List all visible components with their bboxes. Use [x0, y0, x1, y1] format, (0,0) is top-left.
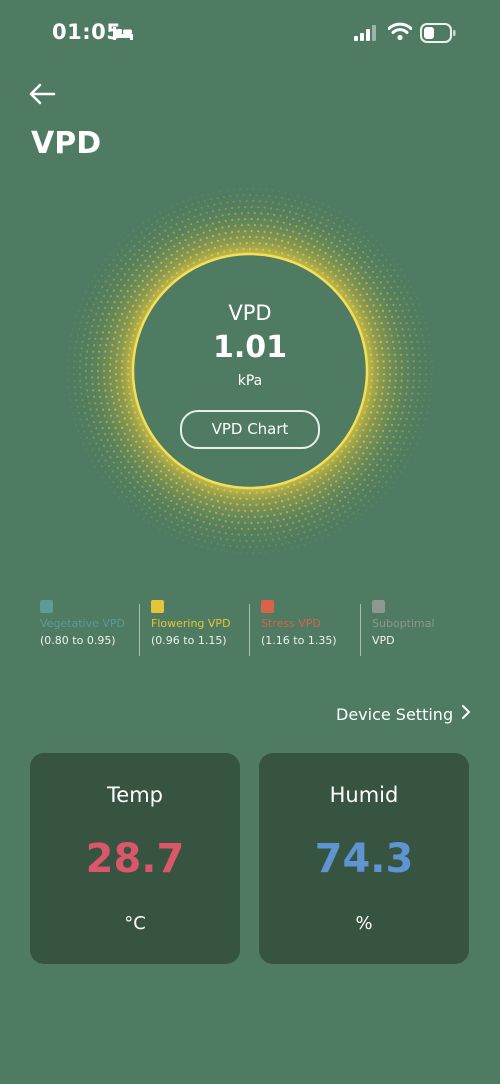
vpd-chart-button[interactable]: VPD Chart	[180, 410, 320, 449]
battery-icon	[420, 23, 456, 47]
back-arrow-icon	[29, 83, 56, 105]
temp-label: Temp	[107, 783, 163, 807]
humid-card: Humid 74.3 %	[259, 753, 469, 964]
device-setting-label: Device Setting	[336, 705, 454, 724]
page-title: VPD	[31, 126, 102, 161]
humid-value: 74.3	[314, 836, 414, 882]
legend-item-suboptimal: Suboptimal VPD	[372, 600, 435, 658]
cellular-signal-icon	[354, 25, 378, 45]
legend-name: Flowering VPD	[151, 617, 231, 630]
legend-item-vegetative: Vegetative VPD (0.80 to 0.95)	[40, 600, 125, 658]
wifi-icon	[387, 22, 413, 45]
legend-divider	[139, 604, 140, 656]
temp-value: 28.7	[85, 836, 185, 882]
legend-range: (0.80 to 0.95)	[40, 634, 116, 647]
gauge-value: 1.01	[212, 330, 288, 365]
legend-swatch	[40, 600, 53, 613]
legend-divider	[360, 604, 361, 656]
legend-range: (1.16 to 1.35)	[261, 634, 337, 647]
gauge-unit: kPa	[237, 373, 263, 389]
legend-name: Stress VPD	[261, 617, 321, 630]
legend-item-stress: Stress VPD (1.16 to 1.35)	[261, 600, 337, 658]
vpd-legend: Vegetative VPD (0.80 to 0.95) Flowering …	[40, 600, 480, 660]
device-setting-link[interactable]: Device Setting	[336, 704, 471, 725]
status-bar: 01:05	[0, 0, 500, 70]
vpd-gauge: VPD 1.01 kPa VPD Chart	[40, 185, 460, 565]
legend-divider	[249, 604, 250, 656]
back-arrow-button[interactable]	[28, 80, 58, 108]
temp-card: Temp 28.7 °C	[30, 753, 240, 964]
chevron-right-icon	[461, 704, 471, 725]
temp-unit: °C	[124, 913, 146, 934]
humid-label: Humid	[329, 783, 399, 807]
gauge-title: VPD	[228, 301, 272, 325]
legend-name: Vegetative VPD	[40, 617, 126, 630]
legend-item-flowering: Flowering VPD (0.96 to 1.15)	[151, 600, 231, 658]
legend-swatch	[151, 600, 164, 613]
legend-range: (0.96 to 1.15)	[151, 634, 227, 647]
status-time: 01:05	[52, 20, 122, 44]
humid-unit: %	[355, 913, 373, 934]
legend-swatch	[261, 600, 274, 613]
legend-range: VPD	[372, 634, 395, 647]
legend-name: Suboptimal	[372, 617, 435, 630]
bed-icon	[112, 25, 134, 45]
legend-swatch	[372, 600, 385, 613]
